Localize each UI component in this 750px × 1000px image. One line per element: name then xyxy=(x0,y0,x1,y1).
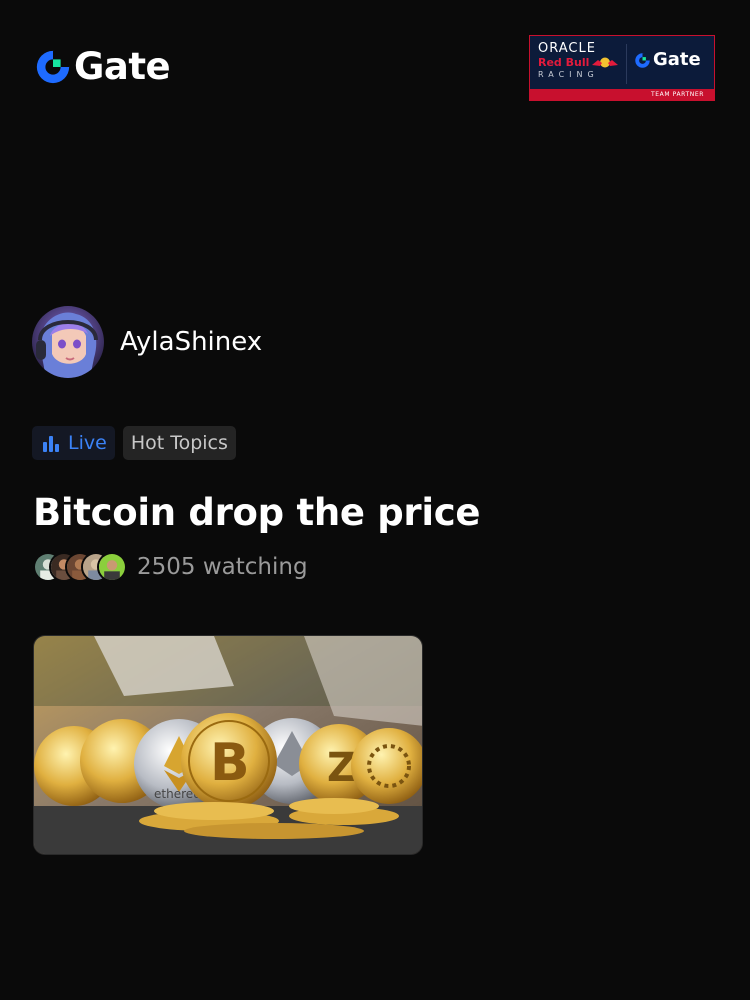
watching-row: 2505 watching xyxy=(33,552,308,582)
red-bull-icon xyxy=(592,57,619,68)
host-profile[interactable]: AylaShinex xyxy=(32,306,262,378)
partner-redbull-text: Red Bull xyxy=(538,56,590,69)
crypto-coins-image: ethereum Z B xyxy=(34,636,422,854)
viewer-avatar-5 xyxy=(97,552,127,582)
partner-oracle-text: ORACLE xyxy=(538,41,596,56)
bar-chart-icon xyxy=(43,436,59,452)
bitcoin-symbol: B xyxy=(210,733,250,793)
team-partner-badge[interactable]: ORACLE Red Bull RACING Gate TEAM PARTNER xyxy=(529,35,715,101)
watching-count: 2505 watching xyxy=(137,554,308,580)
partner-racing-text: RACING xyxy=(538,70,599,79)
live-label: Live xyxy=(68,432,107,454)
partner-divider xyxy=(626,44,627,84)
gate-logo-small-icon xyxy=(635,52,650,68)
partner-redbull-row: Red Bull xyxy=(538,56,638,69)
brand-name: Gate xyxy=(74,45,171,88)
partner-brand-text: Gate xyxy=(653,49,701,70)
host-avatar[interactable] xyxy=(32,306,104,378)
hot-topics-tag[interactable]: Hot Topics xyxy=(122,426,236,460)
live-badge[interactable]: Live xyxy=(32,426,115,460)
stream-thumbnail[interactable]: ethereum Z B xyxy=(33,635,423,855)
hot-topics-label: Hot Topics xyxy=(130,432,228,454)
gate-logo[interactable]: Gate xyxy=(34,45,171,88)
gate-logo-icon xyxy=(36,50,70,84)
stream-title[interactable]: Bitcoin drop the price xyxy=(33,486,481,540)
stream-tags: Live Hot Topics xyxy=(32,426,236,460)
viewer-avatars xyxy=(33,552,127,582)
partner-caption: TEAM PARTNER xyxy=(530,89,714,100)
host-name[interactable]: AylaShinex xyxy=(120,327,262,357)
